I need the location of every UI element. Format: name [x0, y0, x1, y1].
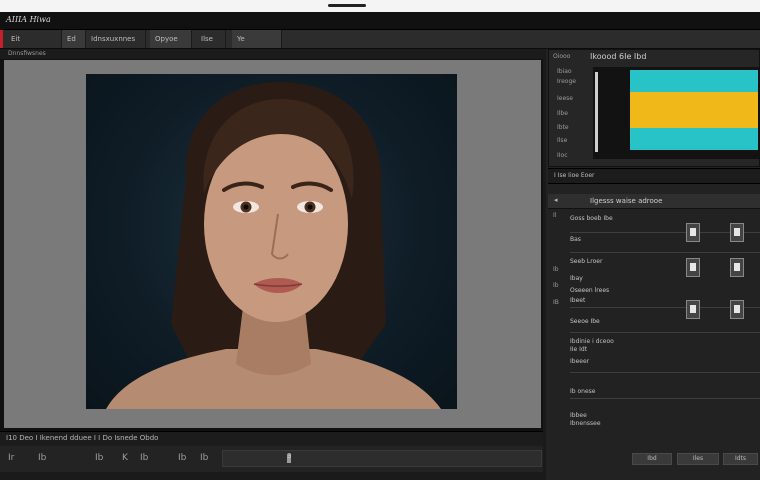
hist-side-label-0[interactable]: Oiooo: [553, 53, 570, 60]
property-section-1[interactable]: IIe Idt: [570, 346, 587, 353]
hist-side-label-5[interactable]: Ibte: [557, 124, 569, 131]
layer-mark-1[interactable]: Ib: [553, 266, 559, 273]
histogram-band-yellow: [630, 92, 758, 128]
row-divider: [570, 252, 760, 253]
status-text: I10 Deo I Ikenend dduee I I Do Isnede Ob…: [6, 434, 159, 442]
active-indicator: [0, 30, 3, 48]
layer-row-5[interactable]: Ibeet: [570, 297, 585, 304]
menu-item-0[interactable]: Eit: [6, 30, 62, 48]
clipping-marker[interactable]: [595, 72, 598, 152]
tool-button-2[interactable]: Ib: [95, 452, 103, 464]
layer-row-4[interactable]: Oseeen lrees: [570, 287, 609, 294]
histogram-band-cyan-bottom: [630, 128, 758, 150]
portrait-photo[interactable]: [86, 74, 457, 409]
layer-row-0[interactable]: Goss boeb Ibe: [570, 215, 613, 222]
timeline-scrubber[interactable]: 3: [222, 450, 542, 467]
histogram-title: Ikoood 6Ie Ibd: [590, 52, 647, 61]
menu-item-3[interactable]: Opyoe: [150, 30, 192, 48]
layer-thumbnail[interactable]: [730, 223, 744, 242]
tool-button-3[interactable]: K: [122, 452, 128, 464]
layer-row-2[interactable]: Seeb Lroer: [570, 258, 602, 265]
hist-side-label-1[interactable]: Ibiao: [557, 68, 572, 75]
hist-side-label-7[interactable]: IIoc: [557, 152, 568, 159]
canvas-header-label: Dnnsfiwsnes: [8, 50, 46, 57]
section-divider: [570, 398, 760, 399]
histogram-band-cyan-top: [630, 70, 758, 92]
hist-side-label-6[interactable]: Ilse: [557, 137, 567, 144]
portrait-illustration: [106, 81, 441, 409]
hist-side-label-4[interactable]: Ilbe: [557, 110, 568, 117]
layer-thumbnail[interactable]: [686, 258, 700, 277]
tool-button-0[interactable]: Ir: [8, 452, 14, 464]
layer-thumbnail[interactable]: [686, 223, 700, 242]
hist-side-label-3[interactable]: Ieese: [557, 95, 573, 102]
menu-item-5[interactable]: Ye: [232, 30, 282, 48]
panel-divider-bar: I Ise Iioe Eoer: [548, 168, 760, 184]
layer-thumbnail[interactable]: [730, 258, 744, 277]
property-section-5[interactable]: Ibnenssee: [570, 420, 601, 427]
panel-button-1[interactable]: Iles: [677, 453, 719, 465]
layer-thumbnail[interactable]: [730, 300, 744, 319]
tool-button-1[interactable]: Ib: [38, 452, 46, 464]
hist-side-label-2[interactable]: Ireoge: [557, 78, 576, 85]
drag-handle[interactable]: [328, 4, 366, 7]
property-section-0[interactable]: Ibdinie i dceoo: [570, 338, 614, 345]
layers-collapse-icon[interactable]: ◂: [554, 196, 558, 204]
histogram-bands: [630, 70, 758, 150]
scrubber-value: 3: [287, 452, 292, 460]
menu-item-4[interactable]: Ilse: [196, 30, 226, 48]
section-divider: [570, 372, 760, 373]
canvas-header: Dnnsfiwsnes: [0, 49, 543, 59]
status-bar: I10 Deo I Ikenend dduee I I Do Isnede Ob…: [0, 431, 543, 446]
layer-thumbnail[interactable]: [686, 300, 700, 319]
layer-row-3[interactable]: Ibay: [570, 275, 583, 282]
layer-mark-2[interactable]: Ib: [553, 282, 559, 289]
menu-item-2[interactable]: Idnsxuxnnes: [86, 30, 146, 48]
property-section-3[interactable]: Ib onese: [570, 388, 595, 395]
layer-row-1[interactable]: Bas: [570, 236, 581, 243]
property-section-4[interactable]: Ibbee: [570, 412, 587, 419]
property-section-2[interactable]: Ibeeer: [570, 358, 589, 365]
title-bar: AIIIA Hiwa: [0, 12, 760, 30]
row-divider: [570, 332, 760, 333]
layer-mark-0[interactable]: Il: [553, 212, 556, 219]
panel-button-0[interactable]: Ibd: [632, 453, 672, 465]
layer-row-6[interactable]: Seeoe Ibe: [570, 318, 600, 325]
tool-button-4[interactable]: Ib: [140, 452, 148, 464]
menu-item-1[interactable]: Ed: [62, 30, 86, 48]
system-bar: [0, 0, 760, 12]
tool-button-5[interactable]: Ib: [178, 452, 186, 464]
layers-header: Ilgesss waise adrooe ◂: [548, 194, 760, 209]
app-title: AIIIA Hiwa: [6, 15, 51, 24]
menu-bar: Eit Ed Idnsxuxnnes Opyoe Ilse Ye: [0, 30, 760, 49]
layer-mark-3[interactable]: IB: [553, 299, 559, 306]
panel-button-2[interactable]: Idts: [723, 453, 758, 465]
tool-button-6[interactable]: Ib: [200, 452, 208, 464]
layers-header-label: Ilgesss waise adrooe: [590, 197, 663, 205]
panel-divider-label: I Ise Iioe Eoer: [554, 172, 595, 179]
